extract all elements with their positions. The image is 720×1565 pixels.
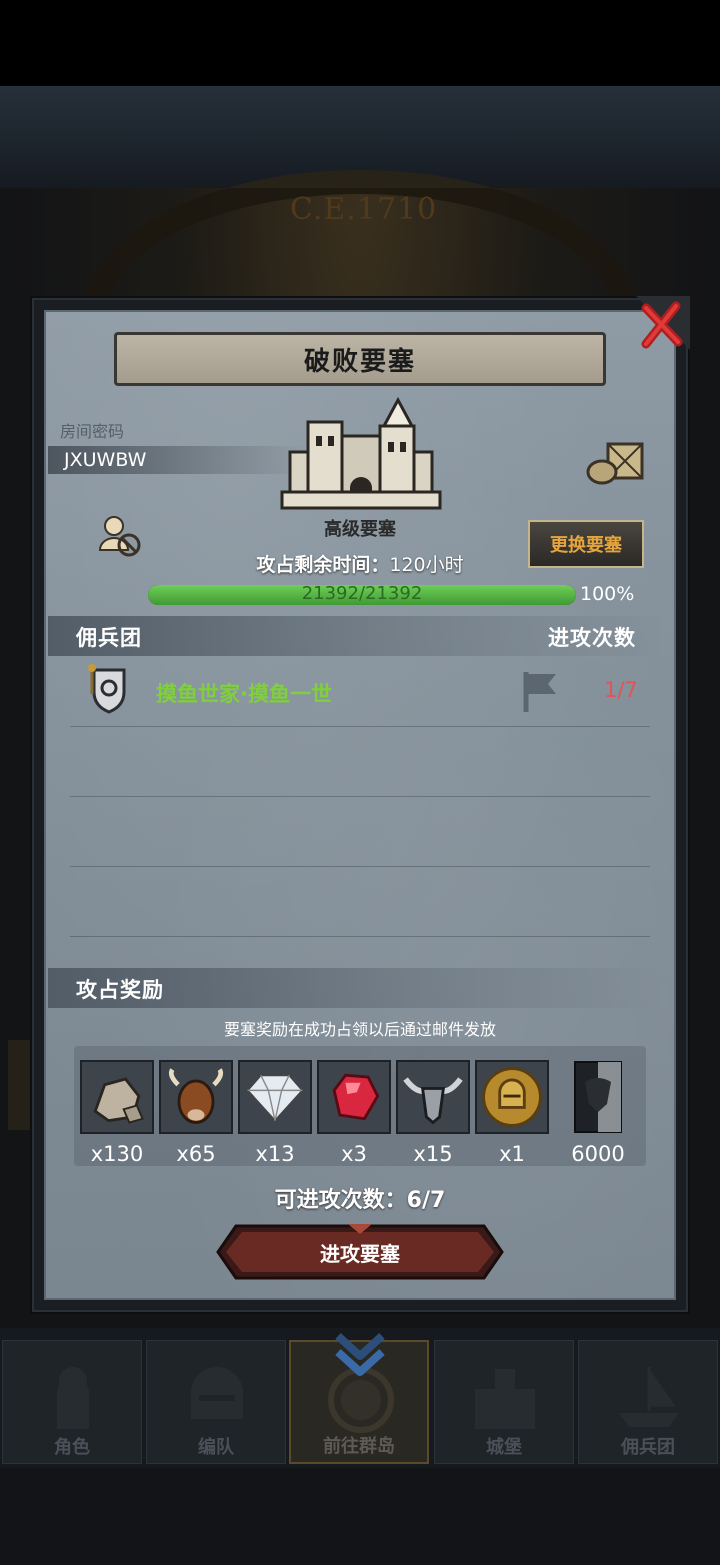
reward-item[interactable]: x65 [159,1060,233,1166]
row-divider [70,726,650,727]
reward-qty: x3 [341,1142,367,1166]
change-fortress-button[interactable]: 更换要塞 [528,520,644,568]
close-icon[interactable] [632,296,690,354]
reward-qty: x13 [255,1142,295,1166]
stone-icon [80,1060,154,1134]
tab-label: 编队 [198,1437,234,1458]
bottom-area [0,1468,720,1565]
room-code-value[interactable]: JXUWBW [64,449,146,471]
fortress-hp-text: 21392/21392 [301,583,423,604]
rewards-section-title: 攻占奖励 [76,978,164,1002]
tab-mercenary[interactable]: 佣兵团 [578,1340,718,1464]
reward-qty: x65 [176,1142,216,1166]
reward-item[interactable]: x130 [80,1060,154,1166]
attack-count-header: 进攻次数 [548,626,636,650]
tab-label: 角色 [54,1437,90,1458]
ruby-icon [317,1060,391,1134]
attack-fortress-label: 进攻要塞 [320,1242,400,1266]
mercenary-attack-count: 1/7 [604,678,638,702]
tab-character[interactable]: 角色 [2,1340,142,1464]
flag-icon [523,672,556,712]
reward-item[interactable]: x13 [238,1060,312,1166]
disband-member-icon[interactable] [96,512,144,560]
chevron-down-icon [335,1333,385,1376]
reward-qty: 6000 [571,1142,625,1166]
helmet-icon [191,1367,243,1419]
knight-icon [57,1367,89,1429]
remaining-time: 攻占剩余时间：120小时 [200,550,520,577]
tab-label: 前往群岛 [323,1436,395,1457]
remaining-time-label: 攻占剩余时间： [256,554,390,576]
reward-qty: x1 [499,1142,525,1166]
tab-castle[interactable]: 城堡 [434,1340,574,1464]
ship-icon [619,1367,679,1427]
remaining-time-value: 120小时 [389,554,464,576]
bull-banner-icon [574,1061,622,1133]
mercenary-section-title: 佣兵团 [76,626,142,650]
reward-item[interactable]: x1 [475,1060,549,1166]
reward-item[interactable]: x15 [396,1060,470,1166]
reward-qty: x130 [90,1142,144,1166]
supply-crate-icon[interactable] [584,436,646,486]
tab-label: 城堡 [486,1437,522,1458]
status-bar-area [0,0,720,86]
row-divider [70,866,650,867]
row-divider [70,796,650,797]
rewards-note: 要塞奖励在成功占领以后通过邮件发放 [223,1020,496,1039]
reward-item[interactable]: 6000 [561,1060,635,1166]
horned-helm-icon [396,1060,470,1134]
diamond-icon [238,1060,312,1134]
reward-qty: x15 [413,1142,453,1166]
guild-shield-icon [88,664,126,714]
mercenary-name: 摸鱼世家·摸鱼一世 [156,682,332,706]
castle-icon [475,1369,535,1429]
reward-item[interactable]: x3 [317,1060,391,1166]
remaining-attempts: 可进攻次数：6/7 [274,1188,446,1213]
fortress-icon [280,396,442,510]
tab-label: 佣兵团 [621,1437,675,1458]
knight-medal-icon [475,1060,549,1134]
bull-icon [159,1060,233,1134]
fortress-type-label: 高级要塞 [324,519,396,540]
row-divider [70,936,650,937]
fortress-hp-percent: 100% [580,583,635,605]
tab-formation[interactable]: 编队 [146,1340,286,1464]
room-code-label: 房间密码 [60,422,125,441]
mercenary-row[interactable] [48,656,660,728]
dialog-title: 破败要塞 [114,332,606,386]
